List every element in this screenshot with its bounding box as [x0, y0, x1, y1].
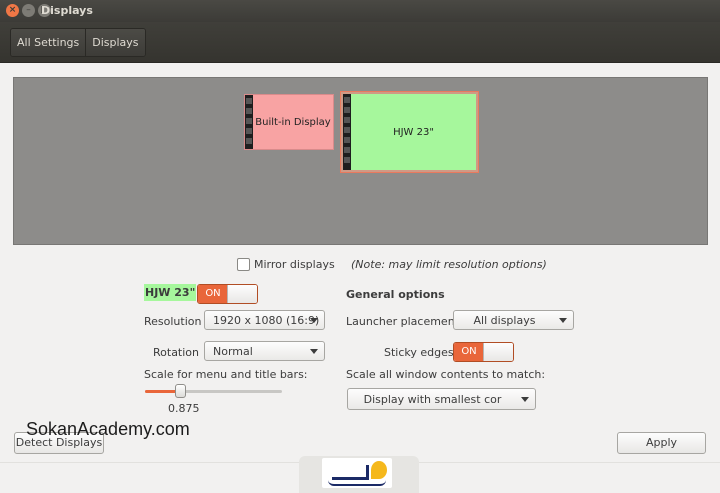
chevron-down-icon	[559, 318, 567, 323]
watermark-text: SokanAcademy.com	[26, 419, 190, 439]
sticky-edges-label: Sticky edges	[384, 346, 454, 359]
scale-all-value: Display with smallest cor	[363, 393, 502, 406]
apply-button[interactable]: Apply	[617, 432, 706, 454]
breadcrumb-displays[interactable]: Displays	[86, 29, 145, 56]
scale-slider[interactable]	[145, 384, 282, 398]
rotation-select[interactable]: Normal	[204, 341, 325, 361]
title-bar: × – □ Displays	[0, 0, 720, 22]
launcher-placement-select[interactable]: All displays	[453, 310, 574, 330]
slider-thumb[interactable]	[175, 384, 186, 398]
hjw-display-monitor[interactable]: HJW 23"	[340, 91, 479, 173]
breadcrumb: All Settings Displays	[10, 28, 146, 57]
window-title: Displays	[41, 4, 93, 17]
launcher-placement-label: Launcher placement	[346, 315, 459, 328]
chevron-down-icon	[310, 349, 318, 354]
builtin-display-monitor[interactable]: Built-in Display	[244, 94, 334, 150]
sokan-logo-icon	[322, 458, 392, 488]
rotation-label: Rotation	[153, 346, 200, 359]
scale-all-label: Scale all window contents to match:	[346, 368, 546, 381]
resolution-label: Resolution	[144, 315, 202, 328]
scale-bars-label: Scale for menu and title bars:	[144, 368, 308, 381]
display-power-toggle[interactable]: ON	[197, 284, 258, 304]
rotation-value: Normal	[213, 345, 253, 358]
toggle-on-label: ON	[198, 285, 228, 303]
close-icon[interactable]: ×	[6, 4, 19, 17]
toggle-knob	[227, 285, 257, 303]
mirror-displays-checkbox[interactable]	[237, 258, 250, 271]
monitor-strip	[245, 95, 253, 149]
general-options-heading: General options	[346, 288, 445, 301]
scale-value: 0.875	[168, 402, 200, 415]
toggle-knob	[483, 343, 513, 361]
minimize-icon[interactable]: –	[22, 4, 35, 17]
display-arrangement-area[interactable]: Built-in Display HJW 23"	[13, 77, 708, 245]
chevron-down-icon	[310, 318, 318, 323]
scale-all-select[interactable]: Display with smallest cor	[347, 388, 536, 410]
toolbar: All Settings Displays	[0, 22, 720, 63]
monitor-strip	[343, 94, 351, 170]
mirror-displays-label: Mirror displays	[254, 258, 335, 271]
selected-display-name: HJW 23"	[144, 284, 197, 301]
mirror-displays-note: (Note: may limit resolution options)	[351, 258, 547, 271]
launcher-placement-value: All displays	[473, 314, 536, 327]
hjw-display-label: HJW 23"	[393, 126, 434, 138]
chevron-down-icon	[521, 397, 529, 402]
toggle-on-label: ON	[454, 343, 484, 361]
builtin-display-label: Built-in Display	[255, 116, 331, 128]
breadcrumb-all-settings[interactable]: All Settings	[11, 29, 87, 56]
resolution-select[interactable]: 1920 x 1080 (16:9)	[204, 310, 325, 330]
sticky-edges-toggle[interactable]: ON	[453, 342, 514, 362]
resolution-value: 1920 x 1080 (16:9)	[213, 314, 320, 327]
